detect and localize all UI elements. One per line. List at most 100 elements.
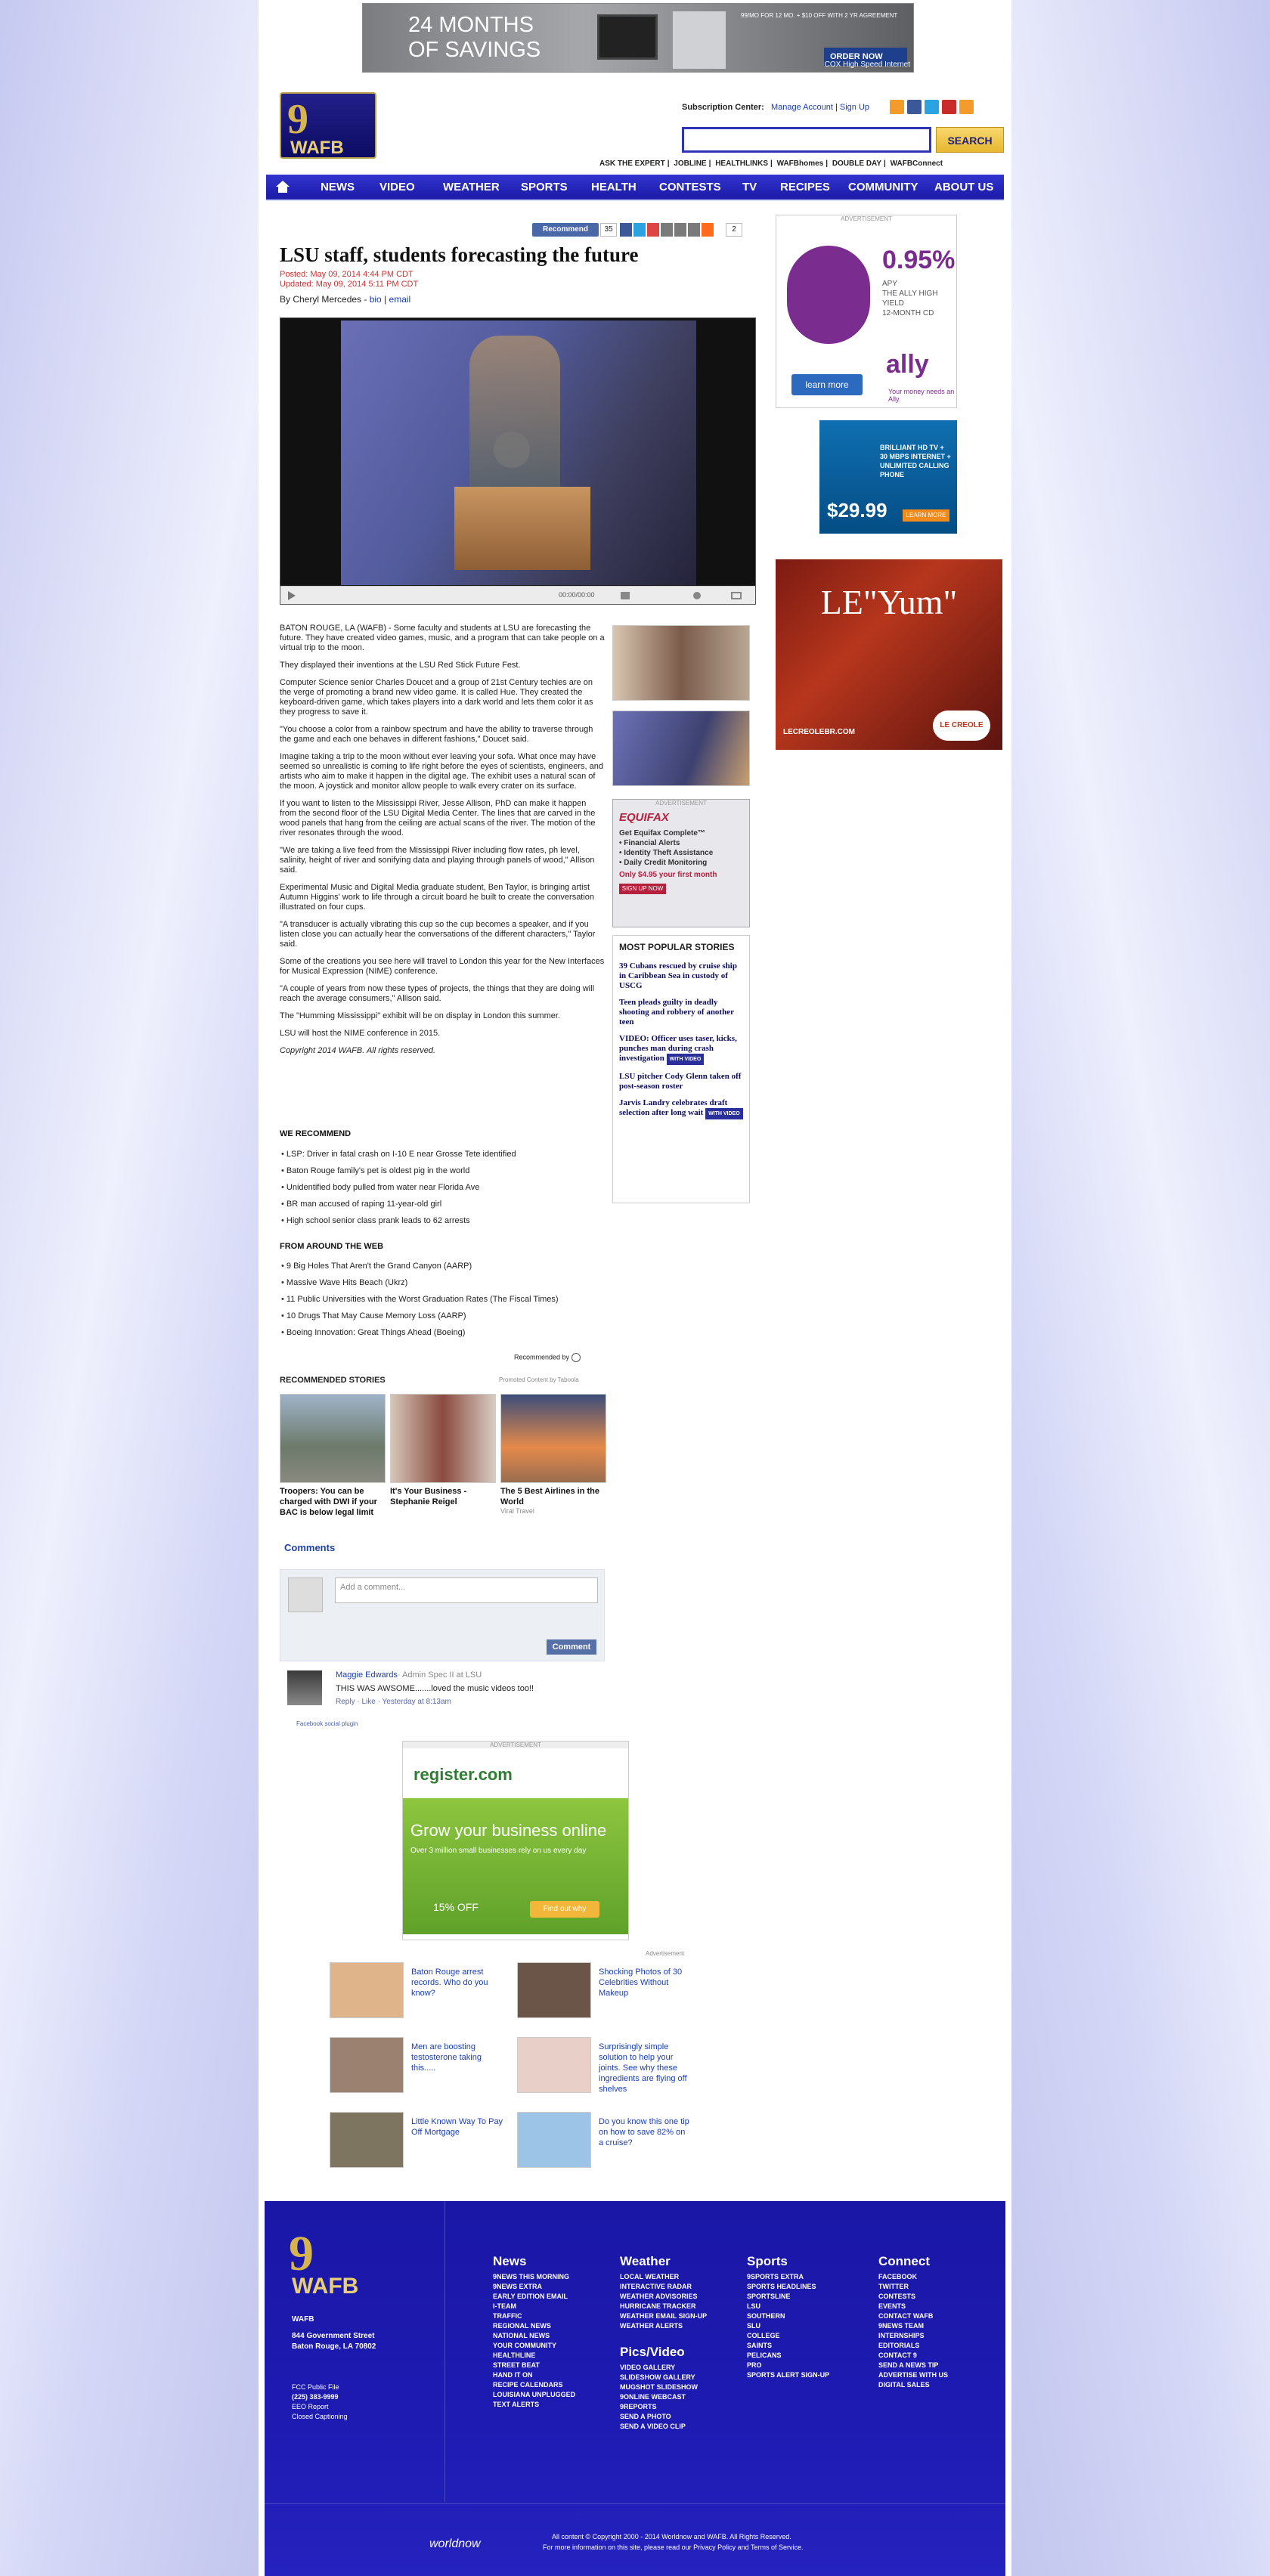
footer-item[interactable]: LOUISIANA UNPLUGGED bbox=[493, 2390, 575, 2400]
ally-learn-more-button[interactable]: learn more bbox=[791, 374, 863, 395]
nav-weather[interactable]: WEATHER bbox=[443, 175, 500, 200]
footer-item[interactable]: NATIONAL NEWS bbox=[493, 2331, 575, 2341]
promo-image[interactable] bbox=[517, 1962, 591, 2018]
list-item[interactable]: Boeing Innovation: Great Things Ahead (B… bbox=[281, 1324, 559, 1341]
nav-news[interactable]: NEWS bbox=[321, 175, 355, 200]
footer-item[interactable]: SLU bbox=[747, 2321, 829, 2331]
top-link[interactable]: WAFBhomes bbox=[777, 159, 824, 168]
footer-item[interactable]: LOCAL WEATHER bbox=[620, 2272, 707, 2282]
footer-item[interactable]: SEND A PHOTO bbox=[620, 2412, 707, 2422]
email-share-icon[interactable] bbox=[661, 223, 673, 237]
footer-item[interactable]: SOUTHERN bbox=[747, 2311, 829, 2321]
footer-item[interactable]: CONTACT 9 bbox=[878, 2351, 948, 2361]
story-caption[interactable]: Troopers: You can be charged with DWI if… bbox=[280, 1486, 386, 1518]
story-image[interactable] bbox=[390, 1394, 496, 1483]
footer-col-title[interactable]: News bbox=[493, 2254, 575, 2269]
story-card[interactable]: The 5 Best Airlines in the World Viral T… bbox=[500, 1394, 606, 1515]
list-item-text[interactable]: 10 Drugs That May Cause Memory Loss (AAR… bbox=[287, 1311, 466, 1321]
video-controls[interactable]: 00:00/00:00 bbox=[280, 586, 755, 604]
nav-sports[interactable]: SPORTS bbox=[521, 175, 568, 200]
footer-item[interactable]: WEATHER ADVISORIES bbox=[620, 2292, 707, 2302]
story-caption[interactable]: The 5 Best Airlines in the World bbox=[500, 1486, 606, 1507]
footer-col-title[interactable]: Pics/Video bbox=[620, 2345, 707, 2360]
footer-item[interactable]: MUGSHOT SLIDESHOW bbox=[620, 2382, 707, 2392]
top-banner-ad[interactable]: 24 MONTHS OF SAVINGS 99/MO FOR 12 MO. + … bbox=[362, 3, 914, 73]
footer-item[interactable]: CONTACT WAFB bbox=[878, 2311, 948, 2321]
list-item[interactable]: Baton Rouge family's pet is oldest pig i… bbox=[281, 1163, 516, 1179]
story-image[interactable] bbox=[280, 1394, 386, 1483]
footer-item[interactable]: INTERNSHIPS bbox=[878, 2331, 948, 2341]
list-item-text[interactable]: 9 Big Holes That Aren't the Grand Canyon… bbox=[287, 1262, 472, 1271]
promo-image[interactable] bbox=[330, 2112, 404, 2168]
footer-item[interactable]: HAND IT ON bbox=[493, 2370, 575, 2380]
list-item[interactable]: 11 Public Universities with the Worst Gr… bbox=[281, 1291, 559, 1308]
comment-button[interactable]: Comment bbox=[547, 1639, 596, 1655]
nav-tv[interactable]: TV bbox=[742, 175, 757, 200]
facebook-icon[interactable] bbox=[907, 100, 922, 114]
footer-item[interactable]: EVENTS bbox=[878, 2302, 948, 2311]
print-share-icon[interactable] bbox=[674, 223, 686, 237]
promo-text[interactable]: Surprisingly simple solution to help you… bbox=[599, 2042, 691, 2095]
footer-item[interactable]: 9REPORTS bbox=[620, 2402, 707, 2412]
footer-logo-text[interactable]: WAFB bbox=[292, 2274, 358, 2299]
nav-contests[interactable]: CONTESTS bbox=[659, 175, 721, 200]
footer-item[interactable]: INTERACTIVE RADAR bbox=[620, 2282, 707, 2292]
footer-privacy[interactable]: For more information on this site, pleas… bbox=[543, 2543, 803, 2551]
promo-image[interactable] bbox=[517, 2112, 591, 2168]
footer-item[interactable]: RECIPE CALENDARS bbox=[493, 2380, 575, 2390]
register-find-out-button[interactable]: Find out why bbox=[530, 1901, 599, 1918]
footer-item[interactable]: 9SPORTS EXTRA bbox=[747, 2272, 829, 2282]
footer-item[interactable]: PRO bbox=[747, 2361, 829, 2370]
facebook-share-icon[interactable] bbox=[620, 223, 632, 237]
play-small-icon[interactable] bbox=[288, 591, 296, 600]
equifax-signup-button[interactable]: SIGN UP NOW bbox=[619, 884, 666, 894]
popular-item[interactable]: Teen pleads guilty in deadly shooting an… bbox=[619, 998, 743, 1027]
footer-item[interactable]: SPORTS HEADLINES bbox=[747, 2282, 829, 2292]
mobile-icon[interactable] bbox=[942, 100, 956, 114]
search-button[interactable]: SEARCH bbox=[936, 127, 1004, 153]
more-share-icon[interactable] bbox=[688, 223, 700, 237]
comment-author-name[interactable]: Maggie Edwards bbox=[336, 1670, 398, 1680]
charter-ad[interactable]: BRILLIANT HD TV + 30 MBPS INTERNET + UNL… bbox=[819, 420, 957, 534]
footer-item[interactable]: 9NEWS THIS MORNING bbox=[493, 2272, 575, 2282]
footer-item[interactable]: REGIONAL NEWS bbox=[493, 2321, 575, 2331]
thumbnail-image[interactable] bbox=[612, 711, 750, 786]
sign-up-link[interactable]: Sign Up bbox=[840, 103, 869, 112]
volume-icon[interactable] bbox=[621, 592, 630, 599]
footer-item[interactable]: SEND A VIDEO CLIP bbox=[620, 2422, 707, 2432]
story-image[interactable] bbox=[500, 1394, 606, 1483]
manage-account-link[interactable]: Manage Account bbox=[771, 103, 833, 112]
promo-text[interactable]: Little Known Way To Pay Off Mortgage bbox=[411, 2116, 503, 2138]
popular-item[interactable]: 39 Cubans rescued by cruise ship in Cari… bbox=[619, 961, 743, 991]
footer-item[interactable]: 9NEWS EXTRA bbox=[493, 2282, 575, 2292]
footer-item[interactable]: VIDEO GALLERY bbox=[620, 2363, 707, 2373]
footer-item[interactable]: FACEBOOK bbox=[878, 2272, 948, 2282]
promo-text[interactable]: Baton Rouge arrest records. Who do you k… bbox=[411, 1967, 503, 1999]
top-link[interactable]: DOUBLE DAY bbox=[832, 159, 881, 168]
video-player[interactable]: 00:00/00:00 bbox=[280, 317, 756, 605]
site-logo[interactable]: 9 WAFB bbox=[280, 92, 376, 159]
bio-link[interactable]: bio bbox=[370, 294, 382, 305]
footer-item[interactable]: TWITTER bbox=[878, 2282, 948, 2292]
popular-item-text[interactable]: 39 Cubans rescued by cruise ship in Cari… bbox=[619, 961, 737, 990]
thumbnail-image[interactable] bbox=[612, 625, 750, 701]
footer-item[interactable]: TRAFFIC bbox=[493, 2311, 575, 2321]
search-input[interactable] bbox=[682, 127, 931, 153]
footer-item[interactable]: WEATHER EMAIL SIGN-UP bbox=[620, 2311, 707, 2321]
list-item-text[interactable]: Boeing Innovation: Great Things Ahead (B… bbox=[287, 1328, 465, 1337]
comment-meta[interactable]: Reply · Like · Yesterday at 8:13am bbox=[336, 1698, 451, 1706]
popular-item[interactable]: VIDEO: Officer uses taser, kicks, punche… bbox=[619, 1034, 743, 1065]
promo-text[interactable]: Shocking Photos of 30 Celebrities Withou… bbox=[599, 1967, 691, 1999]
recommended-by[interactable]: Recommended by bbox=[514, 1353, 581, 1362]
avatar[interactable] bbox=[287, 1670, 322, 1705]
promo-image[interactable] bbox=[330, 1962, 404, 2018]
footer-item[interactable]: SLIDESHOW GALLERY bbox=[620, 2373, 707, 2382]
popular-item[interactable]: Jarvis Landry celebrates draft selection… bbox=[619, 1098, 743, 1119]
nav-about-us[interactable]: ABOUT US bbox=[934, 175, 993, 200]
list-item[interactable]: 10 Drugs That May Cause Memory Loss (AAR… bbox=[281, 1308, 559, 1324]
footer-item[interactable]: SAINTS bbox=[747, 2341, 829, 2351]
footer-item[interactable]: DIGITAL SALES bbox=[878, 2380, 948, 2390]
footer-item[interactable]: COLLEGE bbox=[747, 2331, 829, 2341]
footer-col-title[interactable]: Connect bbox=[878, 2254, 948, 2269]
settings-icon[interactable] bbox=[693, 592, 701, 599]
